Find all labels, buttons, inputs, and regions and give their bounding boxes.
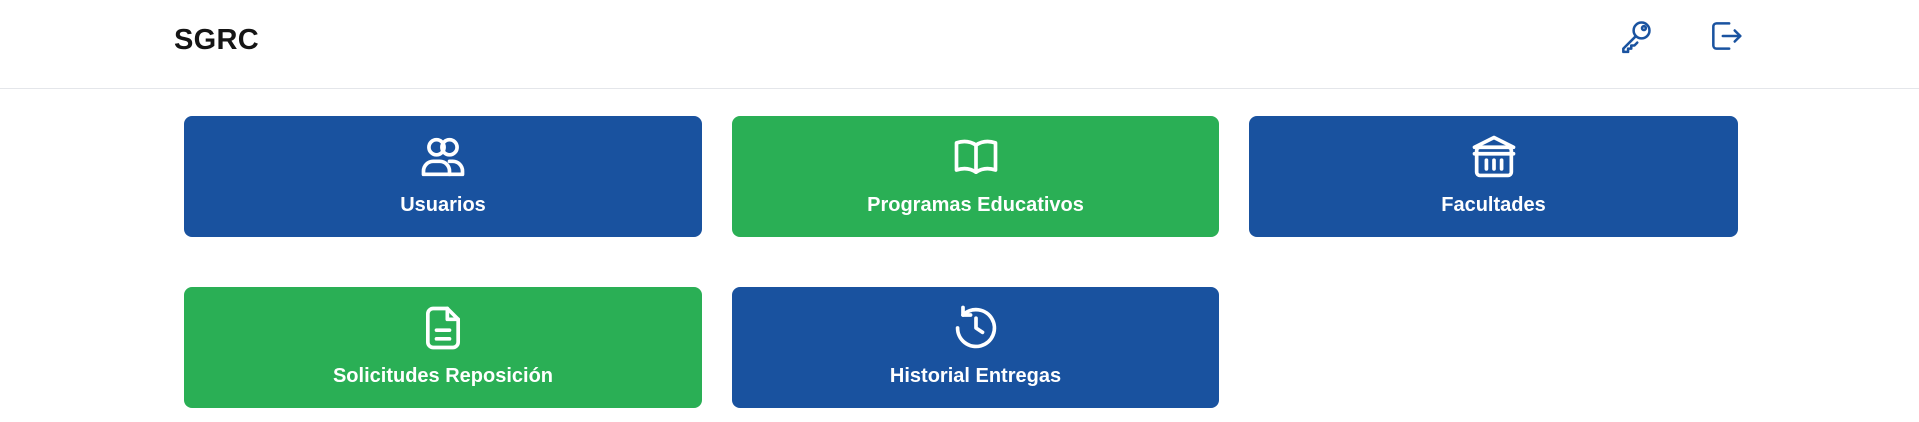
document-icon xyxy=(417,302,469,354)
tile-usuarios[interactable]: Usuarios xyxy=(184,116,702,237)
key-icon xyxy=(1617,17,1655,60)
users-icon xyxy=(417,131,469,183)
tile-solicitudes-reposicion[interactable]: Solicitudes Reposición xyxy=(184,287,702,408)
tile-label: Historial Entregas xyxy=(889,365,1062,387)
history-clock-icon xyxy=(950,302,1002,354)
tile-label: Solicitudes Reposición xyxy=(332,365,554,387)
tile-label: Usuarios xyxy=(400,194,486,216)
tile-programas-educativos[interactable]: Programas Educativos xyxy=(732,116,1219,237)
tile-facultades[interactable]: Facultades xyxy=(1249,116,1738,237)
top-navbar: SGRC xyxy=(0,0,1919,89)
brand-link[interactable]: SGRC xyxy=(174,24,259,57)
logout-button[interactable] xyxy=(1706,18,1746,58)
logout-icon xyxy=(1707,17,1745,60)
tile-historial-entregas[interactable]: Historial Entregas xyxy=(732,287,1219,408)
change-password-button[interactable] xyxy=(1616,18,1656,58)
tile-label: Programas Educativos xyxy=(867,194,1084,216)
tile-label: Facultades xyxy=(1441,194,1546,216)
building-columns-icon xyxy=(1468,131,1520,183)
book-open-icon xyxy=(950,131,1002,183)
